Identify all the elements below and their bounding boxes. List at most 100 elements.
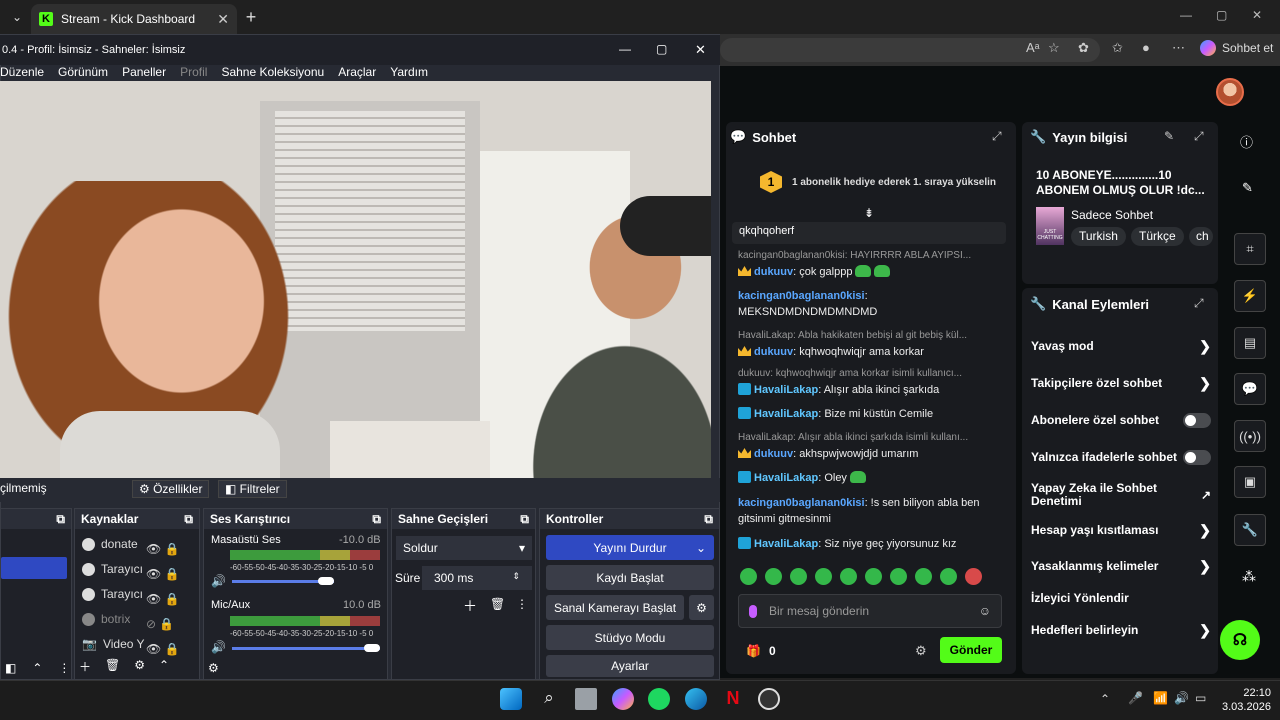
wifi-icon[interactable]: 📶 [1153, 691, 1168, 705]
netflix-icon[interactable]: N [722, 688, 744, 710]
emote-icon[interactable] [840, 568, 857, 585]
source-item[interactable]: donate [82, 537, 138, 551]
add-source-icon[interactable]: ＋ [79, 658, 91, 675]
stream-tag[interactable]: Turkish [1071, 227, 1126, 246]
obs-minimize-icon[interactable]: — [619, 42, 631, 56]
mixer-settings-icon[interactable]: ⚙ [208, 661, 219, 675]
close-window-icon[interactable]: ✕ [1252, 8, 1262, 22]
chat-rail-icon[interactable]: 💬 [1234, 373, 1266, 405]
dock-popout-icon[interactable]: ⧉ [184, 512, 193, 526]
volume-slider[interactable] [232, 647, 380, 650]
emote-icon[interactable] [865, 568, 882, 585]
chat-username[interactable]: kacingan0baglanan0kisi [738, 290, 865, 302]
tab-list-chevron-icon[interactable]: ⌄ [6, 6, 28, 28]
source-settings-icon[interactable]: ⚙ [134, 658, 145, 675]
emoji-picker-icon[interactable]: ☺ [979, 604, 991, 618]
chat-username[interactable]: dukuuv [754, 346, 793, 358]
tray-chevron-icon[interactable]: ⌃ [1100, 692, 1110, 706]
microphone-icon[interactable]: 🎤 [1128, 691, 1143, 705]
channel-actions-popout-icon[interactable]: ⤢ [1194, 296, 1204, 311]
task-view-icon[interactable] [575, 688, 597, 710]
stream-tag[interactable]: Türkçe [1131, 227, 1184, 246]
volume-slider-handle[interactable] [318, 577, 334, 585]
delete-source-icon[interactable]: 🗑 [105, 658, 120, 675]
settings-button[interactable]: Ayarlar [546, 655, 714, 677]
spotify-icon[interactable] [648, 688, 670, 710]
read-aloud-icon[interactable]: Aᵃ [1026, 40, 1040, 55]
properties-button[interactable]: ⚙ Özellikler [132, 480, 210, 498]
obs-maximize-icon[interactable]: ▢ [656, 42, 667, 56]
chat-popout-icon[interactable]: ⤢ [992, 129, 1002, 144]
source-item[interactable]: Tarayıcı [82, 587, 143, 601]
search-icon[interactable]: ⌕ [538, 688, 560, 710]
eye-icon[interactable]: 👁 🔒 [146, 637, 180, 662]
send-button[interactable]: Gönder [940, 637, 1002, 663]
dock-popout-icon[interactable]: ⧉ [520, 512, 529, 526]
virtual-camera-settings-icon[interactable]: ⚙ [689, 595, 714, 620]
start-menu-icon[interactable] [500, 688, 522, 710]
active-scene-row[interactable] [1, 557, 67, 579]
gift-leaderboard-banner[interactable]: 1 1 abonelik hediye ederek 1. sıraya yük… [760, 168, 1000, 196]
tools-icon[interactable]: 🔧 [1234, 514, 1266, 546]
add-transition-icon[interactable]: ＋ [463, 596, 477, 616]
dock-popout-icon[interactable]: ⧉ [372, 512, 381, 526]
support-headset-icon[interactable]: ☊ [1220, 620, 1260, 660]
source-item[interactable]: Tarayıcı [82, 562, 143, 576]
expand-chevron-icon[interactable]: ⇟ [864, 206, 874, 220]
chat-settings-gear-icon[interactable]: ⚙ [915, 643, 927, 659]
filters-button[interactable]: ◧ Filtreler [218, 480, 287, 498]
gift-counter[interactable]: 🎁 0 [746, 644, 776, 658]
emote-icon[interactable] [765, 568, 782, 585]
emote-icon[interactable] [790, 568, 807, 585]
extensions-icon[interactable]: ✿ [1078, 40, 1089, 56]
stream-tag[interactable]: ch [1189, 227, 1213, 246]
spin-arrows-icon[interactable]: ⇕ [512, 571, 520, 582]
user-avatar[interactable] [1216, 78, 1244, 106]
subscribers-only-toggle[interactable] [1183, 413, 1211, 428]
emote-icon[interactable] [965, 568, 982, 585]
studio-mode-button[interactable]: Stüdyo Modu [546, 625, 714, 650]
chat-username[interactable]: dukuuv [754, 448, 793, 460]
action-ai-moderation[interactable]: Yapay Zeka ile Sohbet Denetimi ↗ [1031, 482, 1211, 508]
copilot-app-icon[interactable] [612, 688, 634, 710]
address-bar[interactable] [720, 38, 1100, 62]
more-menu-icon[interactable]: ⋯ [1172, 40, 1185, 56]
lightning-icon[interactable]: ⚡ [1234, 280, 1266, 312]
edit-pencil-icon[interactable]: ✎ [1164, 129, 1174, 143]
category-name[interactable]: Sadece Sohbet [1071, 208, 1153, 222]
browser-tab-kick[interactable]: K Stream - Kick Dashboard ✕ [31, 4, 237, 34]
emote-icon[interactable] [940, 568, 957, 585]
chat-username[interactable]: HavaliLakap [754, 384, 818, 396]
eye-hidden-icon[interactable]: ⊘ 🔒 [146, 612, 180, 637]
more-icon[interactable]: ⋮ [58, 661, 70, 675]
copilot-button[interactable]: Sohbet et [1200, 40, 1273, 56]
battery-icon[interactable]: ▭ [1195, 691, 1206, 705]
more-icon[interactable]: ⋮ [516, 597, 528, 611]
transition-select[interactable]: Soldur ▾ [396, 536, 532, 560]
chat-input[interactable]: Bir mesaj gönderin ☺ [738, 594, 1002, 628]
source-item[interactable]: 📷 Video Y [82, 637, 145, 651]
minimize-icon[interactable]: — [1180, 8, 1192, 22]
favorites-icon[interactable]: ✩ [1112, 40, 1123, 56]
volume-icon[interactable]: 🔊 [1174, 691, 1189, 705]
emote-icon[interactable] [915, 568, 932, 585]
eye-icon[interactable]: 👁 🔒 [146, 587, 180, 612]
dock-popout-icon[interactable]: ⧉ [56, 512, 65, 526]
maximize-icon[interactable]: ▢ [1216, 8, 1227, 22]
chevron-down-icon[interactable]: ⌄ [696, 541, 706, 555]
chat-username[interactable]: HavaliLakap [754, 538, 818, 550]
system-clock[interactable]: 22:10 3.03.2026 [1222, 686, 1271, 714]
mic-icon[interactable] [749, 604, 757, 618]
close-tab-icon[interactable]: ✕ [217, 11, 229, 28]
obs-close-icon[interactable]: ✕ [695, 42, 706, 58]
action-set-goals[interactable]: Hedefleri belirleyin ❯ [1031, 623, 1211, 637]
screenshot-icon[interactable]: ⌗ [1234, 233, 1266, 265]
speaker-icon[interactable]: 🔊 [211, 640, 226, 654]
eye-icon[interactable]: 👁 🔒 [146, 537, 180, 562]
emote-icon[interactable] [740, 568, 757, 585]
speaker-icon[interactable]: 🔊 [211, 574, 226, 588]
emote-only-toggle[interactable] [1183, 450, 1211, 465]
chat-username[interactable]: kacingan0baglanan0kisi [738, 497, 865, 509]
source-item[interactable]: botrix [82, 612, 130, 626]
scene-filter-icon[interactable]: ◧ [5, 661, 16, 675]
